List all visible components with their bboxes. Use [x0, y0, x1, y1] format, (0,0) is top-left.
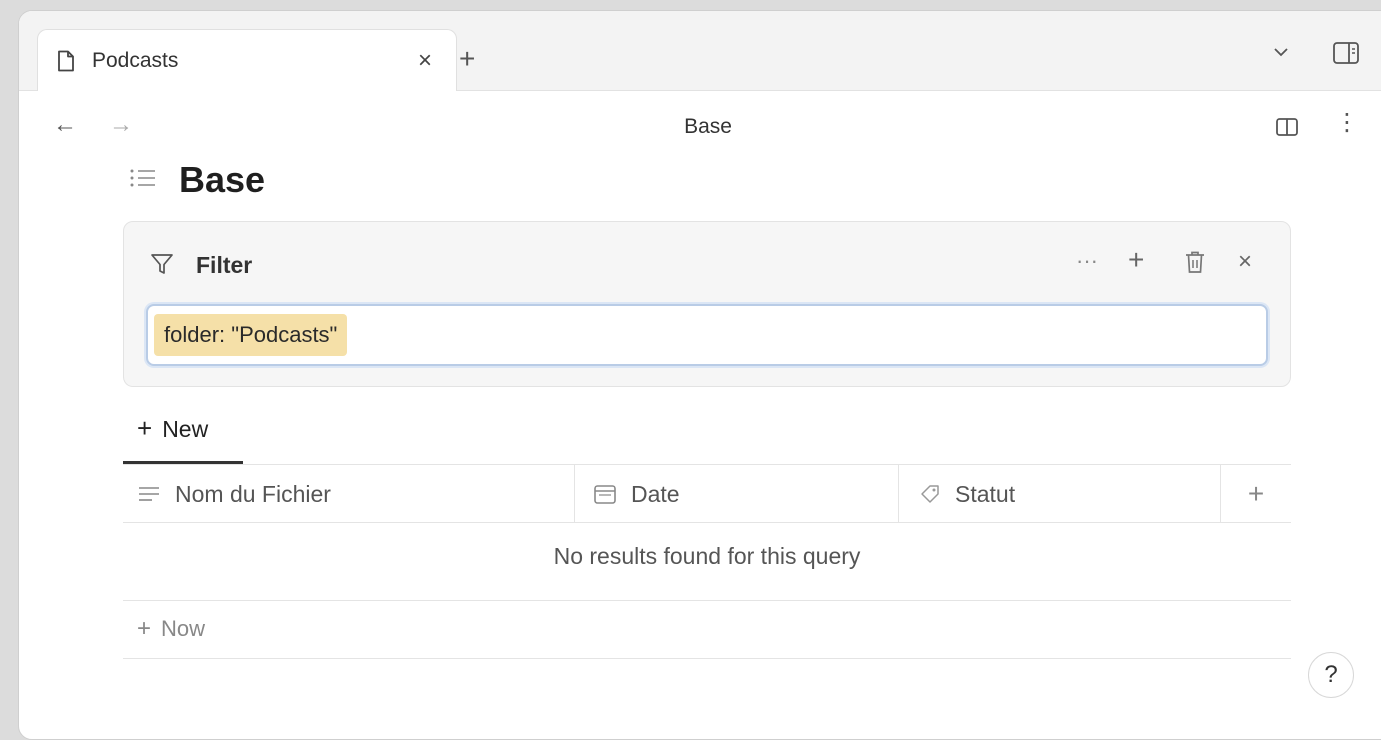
add-column-button[interactable]: + [1221, 465, 1291, 523]
right-sidebar-toggle-icon[interactable] [1332, 41, 1360, 65]
plus-icon: + [137, 413, 153, 443]
column-header-status[interactable]: Statut [899, 465, 1221, 523]
page-title: Base [179, 159, 266, 200]
column-label: Nom du Fichier [175, 480, 331, 507]
filter-close-icon[interactable]: × [1238, 248, 1252, 276]
new-row-button[interactable]: + Now [137, 615, 205, 643]
trash-icon[interactable] [1184, 250, 1206, 274]
column-header-date[interactable]: Date [575, 465, 899, 523]
text-lines-icon [139, 487, 159, 501]
table-divider [123, 658, 1291, 659]
table-divider [123, 600, 1291, 601]
filter-more-icon[interactable]: ··· [1076, 248, 1098, 274]
app-window: Podcasts × + ← → Base ⋮ Base Filter ··· … [18, 10, 1381, 740]
column-header-name[interactable]: Nom du Fichier [123, 465, 575, 523]
reading-mode-icon[interactable] [1275, 117, 1299, 137]
filter-query-input[interactable]: folder: "Podcasts" [146, 304, 1268, 366]
empty-results-message: No results found for this query [553, 543, 861, 569]
filter-panel: Filter ··· + × folder: "Podcasts" [123, 221, 1291, 387]
column-label: Statut [955, 480, 1016, 507]
filter-icon [151, 254, 173, 274]
new-item-button[interactable]: + New [137, 413, 208, 444]
tab-close-icon[interactable]: × [412, 47, 438, 75]
tag-icon [921, 485, 939, 503]
plus-icon: + [137, 615, 152, 642]
document-icon [58, 50, 74, 71]
more-options-icon[interactable]: ⋮ [1335, 111, 1359, 135]
view-header-title: Base [684, 115, 732, 138]
tab-bar: Podcasts × + [19, 11, 1381, 91]
new-tab-button[interactable]: + [459, 43, 475, 75]
chevron-down-icon[interactable] [1271, 45, 1291, 59]
new-item-label: New [162, 416, 209, 442]
column-label: Date [631, 480, 680, 507]
filter-query-token: folder: "Podcasts" [154, 314, 348, 356]
help-button[interactable]: ? [1308, 652, 1354, 698]
tab-label: Podcasts [92, 48, 179, 72]
add-filter-button[interactable]: + [1128, 244, 1144, 276]
filter-label: Filter [196, 252, 253, 278]
list-view-icon[interactable] [129, 167, 157, 189]
tab-podcasts[interactable]: Podcasts × [37, 29, 457, 91]
new-row-label: Now [161, 616, 206, 641]
calendar-icon [594, 485, 616, 504]
table-header: Nom du Fichier Date Statut + [123, 465, 1291, 523]
